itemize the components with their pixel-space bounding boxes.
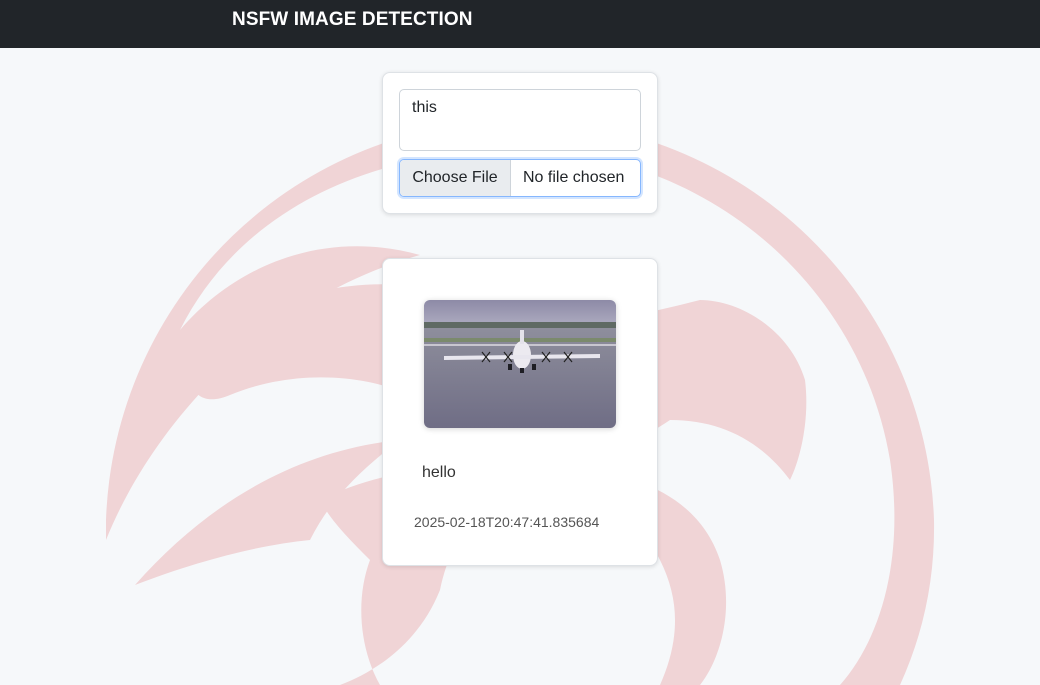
caption-input[interactable]: this [399,89,641,151]
file-input[interactable]: Choose File No file chosen [399,159,641,197]
post-caption: hello [422,464,456,481]
post-timestamp: 2025-02-18T20:47:41.835684 [414,514,600,530]
file-status-text: No file chosen [523,169,625,186]
top-navbar: NSFW IMAGE DETECTION [0,0,1040,48]
airplane-image-icon [424,300,616,428]
upload-card: this Choose File No file chosen [382,72,658,214]
brand-title[interactable]: NSFW IMAGE DETECTION [232,9,473,31]
post-image [424,300,616,428]
post-card: hello 2025-02-18T20:47:41.835684 [382,258,658,566]
choose-file-button[interactable]: Choose File [400,160,511,196]
